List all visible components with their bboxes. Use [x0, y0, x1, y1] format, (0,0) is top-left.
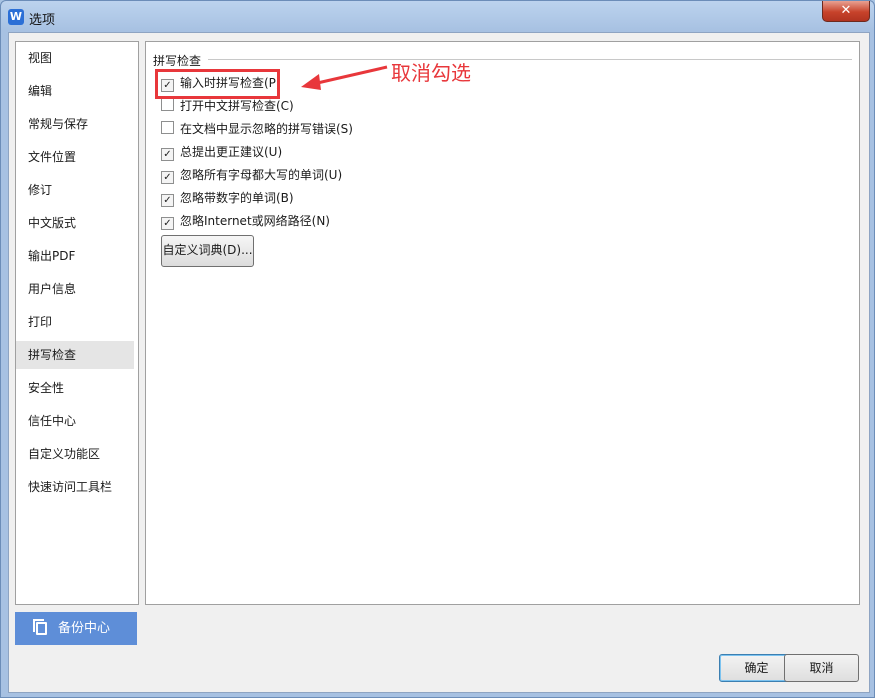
option-label: 忽略Internet或网络路径(N) [180, 214, 330, 228]
checkbox-checked-icon[interactable]: ✓ [161, 217, 174, 230]
sidebar-item-user-info[interactable]: 用户信息 [16, 275, 134, 303]
option-label: 总提出更正建议(U) [180, 145, 283, 159]
sidebar-item-view[interactable]: 视图 [16, 44, 134, 72]
sidebar-item-general-save[interactable]: 常规与保存 [16, 110, 134, 138]
group-divider [208, 59, 852, 60]
checkbox-checked-icon[interactable]: ✓ [161, 148, 174, 161]
sidebar-item-chinese-layout[interactable]: 中文版式 [16, 209, 134, 237]
annotation-highlight-box [155, 69, 280, 99]
sidebar-item-trust-center[interactable]: 信任中心 [16, 407, 134, 435]
title-bar[interactable]: W 选项 ✕ [1, 1, 875, 33]
option-label: 忽略所有字母都大写的单词(U) [180, 168, 343, 182]
group-title: 拼写检查 [153, 52, 206, 69]
sidebar-item-file-locations[interactable]: 文件位置 [16, 143, 134, 171]
option-label: 忽略带数字的单词(B) [180, 191, 294, 205]
annotation-text: 取消勾选 [391, 61, 471, 85]
dialog-window: W 选项 ✕ 视图 编辑 常规与保存 文件位置 修订 中文版式 输出PDF 用户… [0, 0, 875, 698]
custom-dictionary-button[interactable]: 自定义词典(D)... [161, 235, 254, 267]
option-ignore-numbers[interactable]: ✓ 忽略带数字的单词(B) [161, 189, 294, 207]
sidebar-item-edit[interactable]: 编辑 [16, 77, 134, 105]
option-chinese-spellcheck[interactable]: 打开中文拼写检查(C) [161, 97, 294, 115]
close-button[interactable]: ✕ [822, 1, 870, 22]
spellcheck-panel: 拼写检查 ✓ 输入时拼写检查(P) 打开中文拼写检查(C) 在文档中显示忽略的拼写… [145, 41, 860, 605]
window-title: 选项 [29, 13, 56, 28]
annotation-arrow-icon [301, 65, 388, 90]
sidebar-item-quick-access-toolbar[interactable]: 快速访问工具栏 [16, 473, 134, 501]
backup-center-label: 备份中心 [58, 621, 111, 636]
sidebar-item-export-pdf[interactable]: 输出PDF [16, 242, 134, 270]
backup-icon [33, 619, 47, 635]
checkbox-unchecked-icon[interactable] [161, 98, 174, 111]
option-label: 打开中文拼写检查(C) [180, 99, 294, 113]
ok-button[interactable]: 确定 [719, 654, 794, 682]
checkbox-checked-icon[interactable]: ✓ [161, 171, 174, 184]
option-ignore-uppercase[interactable]: ✓ 忽略所有字母都大写的单词(U) [161, 166, 342, 184]
checkbox-unchecked-icon[interactable] [161, 121, 174, 134]
option-show-ignored-errors[interactable]: 在文档中显示忽略的拼写错误(S) [161, 120, 353, 138]
option-ignore-internet-paths[interactable]: ✓ 忽略Internet或网络路径(N) [161, 212, 330, 230]
sidebar-item-security[interactable]: 安全性 [16, 374, 134, 402]
sidebar-item-revisions[interactable]: 修订 [16, 176, 134, 204]
options-sidebar: 视图 编辑 常规与保存 文件位置 修订 中文版式 输出PDF 用户信息 打印 拼… [15, 41, 139, 605]
backup-center-button[interactable]: 备份中心 [15, 612, 137, 645]
wps-writer-icon: W [8, 9, 24, 25]
cancel-button[interactable]: 取消 [784, 654, 859, 682]
sidebar-item-print[interactable]: 打印 [16, 308, 134, 336]
option-always-suggest[interactable]: ✓ 总提出更正建议(U) [161, 143, 282, 161]
dialog-client-area: 视图 编辑 常规与保存 文件位置 修订 中文版式 输出PDF 用户信息 打印 拼… [8, 32, 870, 693]
checkbox-checked-icon[interactable]: ✓ [161, 194, 174, 207]
sidebar-item-spellcheck[interactable]: 拼写检查 [16, 341, 134, 369]
option-label: 在文档中显示忽略的拼写错误(S) [180, 122, 353, 136]
sidebar-item-customize-ribbon[interactable]: 自定义功能区 [16, 440, 134, 468]
